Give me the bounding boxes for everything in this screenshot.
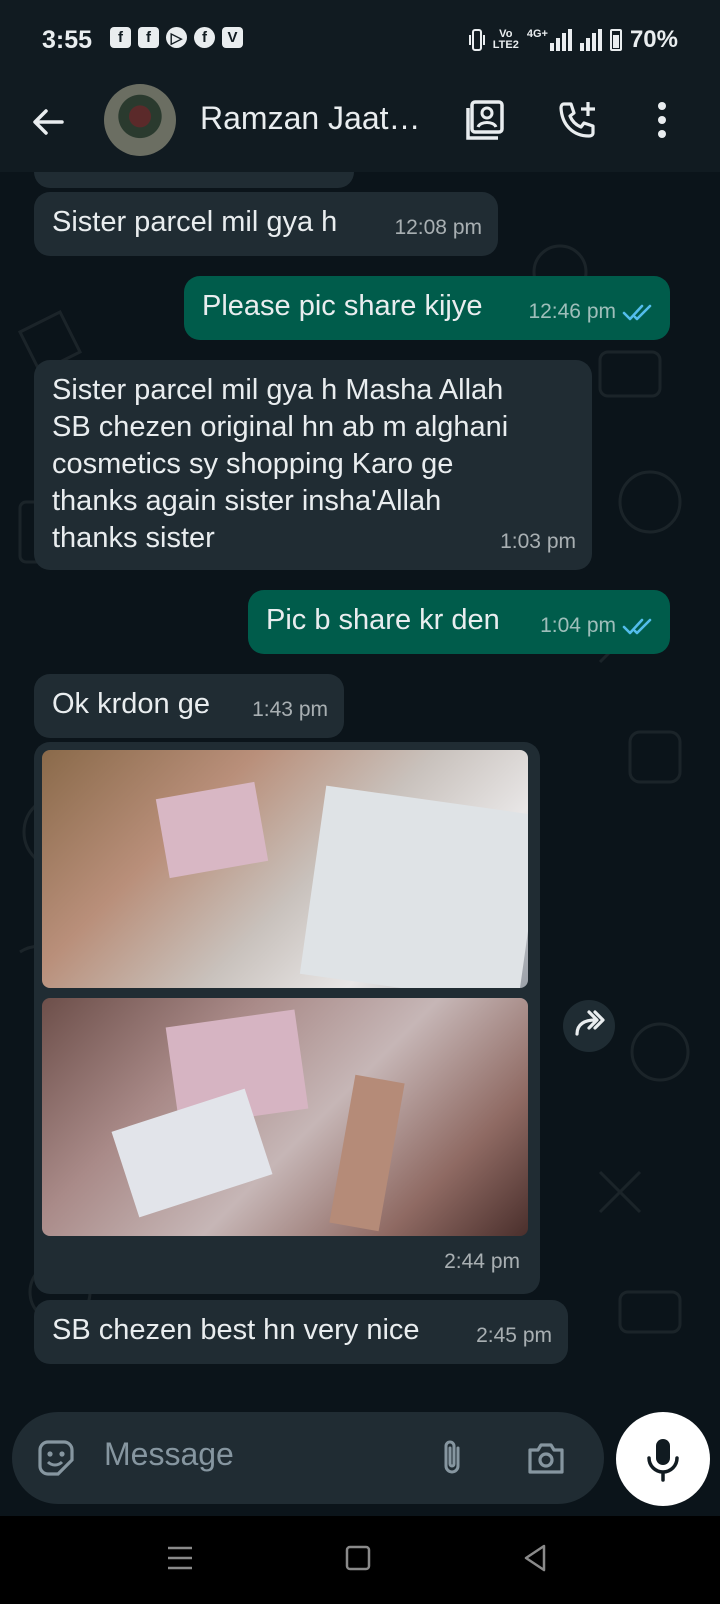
chat-header: Ramzan Jaat… (0, 80, 720, 172)
parcel-photo-2[interactable] (42, 998, 528, 1236)
message-time: 1:04 pm (540, 614, 616, 637)
status-bar: 3:55 f f ▷ f V Vo LTE2 4G+ 70% (0, 0, 720, 80)
status-right: Vo LTE2 4G+ 70% (468, 26, 678, 54)
read-receipt-icon (622, 618, 652, 634)
contact-card-icon[interactable] (464, 98, 508, 142)
sticker-icon[interactable] (34, 1436, 78, 1480)
message-line: Sister parcel mil gya h Masha Allah (52, 374, 504, 406)
message-text: SB chezen best hn very nice (52, 1314, 420, 1346)
message-text: Pic b share kr den (266, 604, 500, 636)
home-icon[interactable] (338, 1538, 378, 1578)
message-bubble-outgoing[interactable]: Pic b share kr den 1:04 pm (248, 590, 670, 654)
product-box (155, 781, 269, 879)
message-time: 2:45 pm (476, 1324, 552, 1347)
recent-apps-icon[interactable] (160, 1538, 200, 1578)
message-time: 1:03 pm (500, 530, 576, 553)
message-list[interactable]: 11:01 am Sister parcel mil gya h 12:08 p… (0, 172, 720, 1408)
notification-icons: f f ▷ f V (110, 27, 243, 48)
vibrate-icon (468, 29, 485, 51)
message-composer: Message (12, 1412, 604, 1504)
message-bubble-incoming[interactable]: SB chezen best hn very nice 2:45 pm (34, 1300, 568, 1364)
facebook-icon: f (138, 27, 159, 48)
message-time: 12:46 pm (528, 300, 616, 323)
facebook-icon: f (194, 27, 215, 48)
voice-record-button[interactable] (616, 1412, 710, 1506)
lte-label: LTE2 (492, 39, 519, 51)
message-bubble-incoming[interactable]: Ok krdon ge 1:43 pm (34, 674, 344, 738)
microphone-icon (647, 1439, 679, 1482)
message-time: 2:44 pm (444, 1250, 520, 1273)
signal-1: 4G+ (527, 29, 572, 51)
message-time: 1:43 pm (252, 698, 328, 721)
message-line: SB chezen original hn ab m alghani (52, 411, 509, 443)
back-nav-icon[interactable] (516, 1538, 556, 1578)
system-nav-bar (0, 1516, 720, 1604)
battery-icon (609, 29, 622, 51)
vpn-icon: ▷ (166, 27, 187, 48)
product-box (111, 1088, 273, 1218)
battery-percent: 70% (629, 26, 678, 53)
delivery-bag (299, 785, 528, 988)
facebook-icon: f (110, 27, 131, 48)
message-meta: 1:04 pm (540, 607, 654, 644)
back-arrow-icon[interactable] (28, 102, 68, 142)
forward-button[interactable] (563, 1000, 615, 1052)
status-time: 3:55 (42, 26, 93, 54)
message-time: 12:08 pm (394, 216, 482, 239)
add-call-icon[interactable] (556, 98, 600, 142)
product-tube (329, 1074, 405, 1232)
data-type-label: 4G+ (526, 28, 548, 40)
message-bubble-incoming[interactable]: Sister parcel mil gya h 12:08 pm (34, 192, 498, 256)
message-line: cosmetics sy shopping Karo ge (52, 448, 454, 480)
attach-icon[interactable] (430, 1436, 474, 1480)
photo-album-bubble[interactable]: 2:44 pm (34, 742, 540, 1294)
signal-bars-icon (579, 29, 602, 51)
message-text: Sister parcel mil gya h (52, 206, 338, 238)
message-bubble-incoming[interactable]: Sister parcel mil gya h Masha Allah SB c… (34, 360, 592, 570)
message-text: Please pic share kijye (202, 290, 483, 322)
parcel-photo-1[interactable] (42, 750, 528, 988)
message-meta: 12:46 pm (528, 293, 654, 330)
message-input[interactable]: Message (104, 1436, 234, 1473)
message-bubble-incoming[interactable]: 11:01 am (34, 172, 354, 188)
signal-bars-icon (549, 29, 572, 51)
camera-icon[interactable] (524, 1436, 568, 1480)
network-label: Vo LTE2 (493, 29, 519, 51)
contact-name[interactable]: Ramzan Jaat… (200, 100, 421, 137)
avatar[interactable] (104, 84, 176, 156)
message-time: 11:01 am (244, 172, 330, 184)
message-text: Ok krdon ge (52, 688, 210, 720)
more-options-icon[interactable] (640, 98, 684, 142)
message-line: thanks again sister insha'Allah (52, 485, 442, 517)
vidmate-icon: V (222, 27, 243, 48)
forward-icon (575, 1010, 605, 1036)
message-bubble-outgoing[interactable]: Please pic share kijye 12:46 pm (184, 276, 670, 340)
read-receipt-icon (622, 304, 652, 320)
